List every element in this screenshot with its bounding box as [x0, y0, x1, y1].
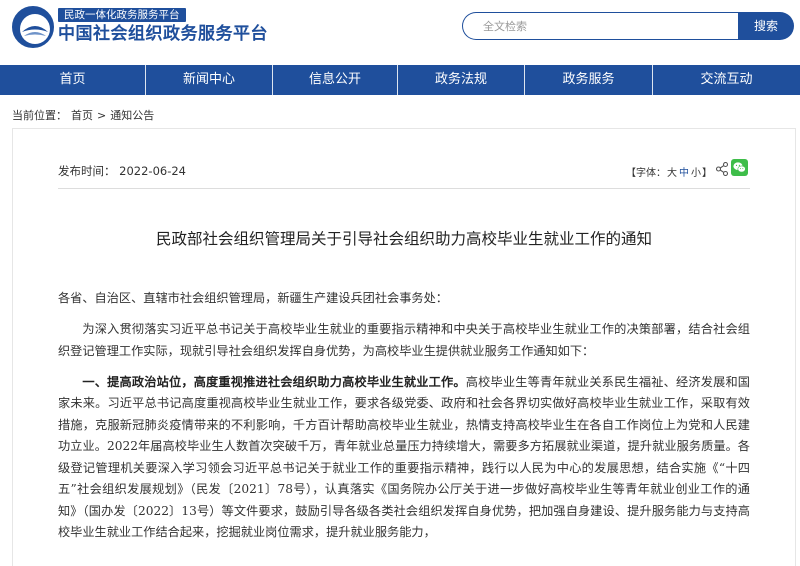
meta-divider	[58, 188, 750, 189]
nav-item-regulations[interactable]: 政务法规	[398, 65, 524, 95]
section-1-heading: 一、提高政治站位，高度重视推进社会组织助力高校毕业生就业工作。	[82, 374, 466, 389]
nav-item-home[interactable]: 首页	[0, 65, 145, 95]
search-button[interactable]: 搜索	[738, 12, 794, 40]
breadcrumb-prefix: 当前位置：	[12, 109, 67, 122]
article-intro-paragraph: 为深入贯彻落实习近平总书记关于高校毕业生就业的重要指示精神和中央关于高校毕业生就…	[58, 322, 750, 358]
main-nav: 首页 新闻中心 信息公开 政务法规 政务服务 交流互动	[0, 65, 800, 95]
font-size-medium-option[interactable]: 中	[679, 168, 689, 179]
breadcrumb-separator: >	[97, 109, 107, 122]
nav-item-info-disclosure[interactable]: 信息公开	[273, 65, 397, 95]
article-section-1: 一、提高政治站位，高度重视推进社会组织助力高校毕业生就业工作。高校毕业生等青年就…	[58, 372, 750, 544]
search-box	[462, 12, 742, 40]
font-size-close: 】	[702, 168, 712, 179]
nav-item-news[interactable]: 新闻中心	[146, 65, 272, 95]
breadcrumb: 当前位置： 首页 > 通知公告	[12, 107, 158, 123]
search-input[interactable]	[463, 13, 742, 39]
article-salutation: 各省、自治区、直辖市社会组织管理局，新疆生产建设兵团社会事务处：	[58, 291, 448, 305]
font-size-large-option[interactable]: 大	[667, 168, 677, 179]
article-body: 各省、自治区、直辖市社会组织管理局，新疆生产建设兵团社会事务处： 为深入贯彻落实…	[58, 288, 750, 553]
breadcrumb-current-link[interactable]: 通知公告	[110, 109, 154, 122]
font-size-control: 【字体：大中小】	[626, 164, 712, 179]
site-logo-emblem-icon[interactable]	[12, 6, 54, 48]
font-size-small-option[interactable]: 小	[691, 168, 701, 179]
publish-date-value: 2022-06-24	[119, 164, 186, 178]
section-1-body: 高校毕业生等青年就业关系民生福祉、经济发展和国家未来。习近平总书记高度重视高校毕…	[58, 374, 750, 540]
nav-item-interaction[interactable]: 交流互动	[653, 65, 800, 95]
publish-date-label: 发布时间：	[58, 164, 116, 178]
font-size-open: 【字体：	[626, 168, 666, 179]
wechat-share-icon[interactable]	[731, 159, 748, 176]
site-title[interactable]: 中国社会组织政务服务平台	[58, 23, 268, 45]
site-header: 民政一体化政务服务平台 中国社会组织政务服务平台 搜索	[0, 0, 800, 65]
publish-date: 发布时间： 2022-06-24	[58, 163, 186, 179]
platform-badge: 民政一体化政务服务平台	[58, 8, 186, 22]
nav-item-services[interactable]: 政务服务	[525, 65, 652, 95]
share-icon[interactable]	[716, 162, 728, 176]
breadcrumb-home-link[interactable]: 首页	[71, 109, 93, 122]
article-title: 民政部社会组织管理局关于引导社会组织助力高校毕业生就业工作的通知	[155, 230, 652, 248]
